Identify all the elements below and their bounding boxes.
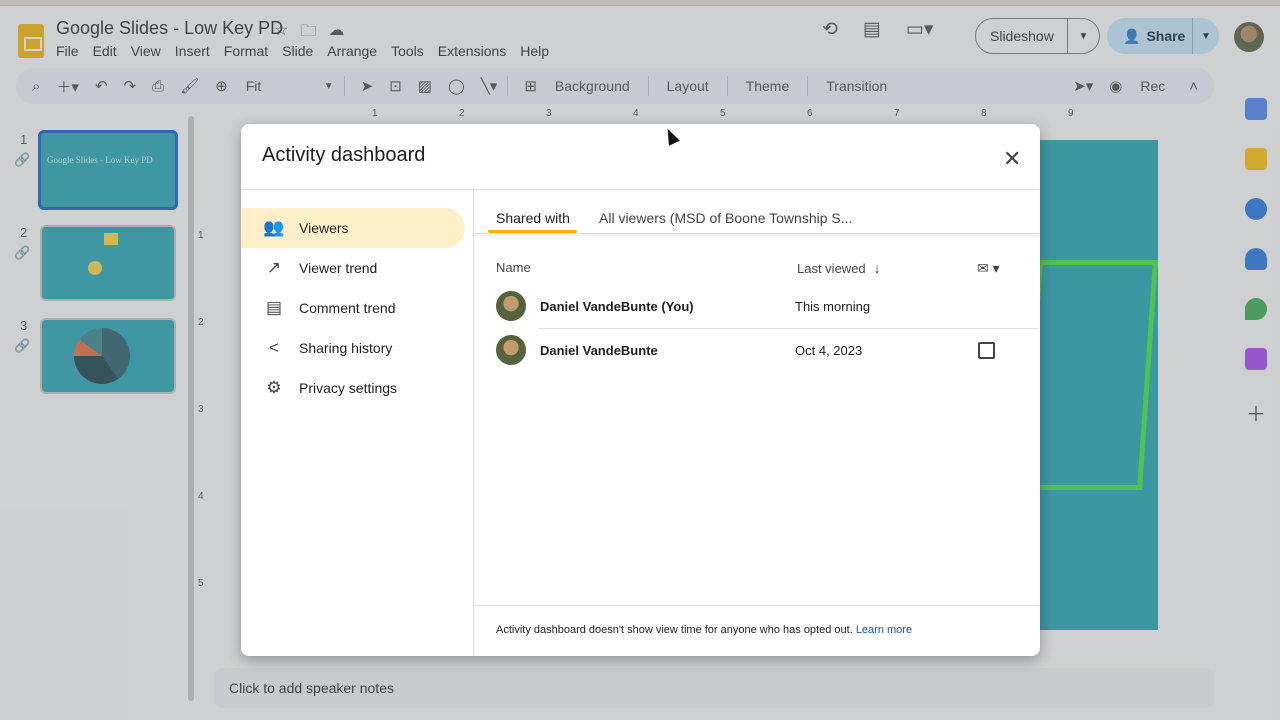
tab-shared-with[interactable]: Shared with — [496, 210, 570, 226]
divider — [473, 190, 474, 656]
viewer-last-viewed: This morning — [795, 299, 871, 314]
sort-arrow-down-icon[interactable]: ↓ — [874, 260, 881, 276]
column-name: Name — [496, 260, 531, 275]
viewer-name: Daniel VandeBunte (You) — [540, 299, 694, 314]
dialog-title: Activity dashboard — [262, 144, 426, 166]
comment-icon: ▤ — [265, 298, 283, 317]
footer-text: Activity dashboard doesn't show view tim… — [496, 624, 853, 636]
dialog-footer: Activity dashboard doesn't show view tim… — [496, 624, 912, 636]
avatar — [496, 291, 526, 321]
column-last-viewed-label: Last viewed — [797, 260, 866, 276]
nav-item-label: Sharing history — [299, 340, 393, 356]
select-checkbox[interactable] — [978, 342, 995, 359]
gear-icon: ⚙ — [266, 378, 282, 397]
close-icon[interactable]: ✕ — [1003, 146, 1021, 172]
column-last-viewed[interactable]: Last viewed ↓ — [797, 260, 881, 276]
tab-all-viewers[interactable]: All viewers (MSD of Boone Township S... — [599, 210, 852, 226]
nav-item-label: Privacy settings — [299, 380, 398, 396]
table-row: Daniel VandeBunte (You) This morning — [496, 285, 1040, 329]
nav-item-label: Viewer trend — [299, 260, 378, 276]
viewer-last-viewed: Oct 4, 2023 — [795, 343, 863, 358]
nav-item-comment-trend[interactable]: ▤ Comment trend — [241, 288, 465, 328]
nav-item-label: Comment trend — [299, 300, 396, 316]
avatar — [496, 335, 526, 365]
viewer-tabs: Shared with All viewers (MSD of Boone To… — [474, 190, 1040, 234]
table-row: Daniel VandeBunte Oct 4, 2023 — [496, 329, 1040, 373]
learn-more-link[interactable]: Learn more — [856, 624, 912, 636]
divider — [474, 605, 1040, 606]
tab-indicator — [488, 230, 577, 233]
email-viewers-icon[interactable]: ✉ ▾ — [977, 260, 1000, 277]
nav-item-viewers[interactable]: 👥 Viewers — [241, 208, 465, 248]
people-icon: 👥 — [263, 218, 285, 237]
nav-item-sharing-history[interactable]: < Sharing history — [241, 328, 465, 368]
nav-item-privacy-settings[interactable]: ⚙ Privacy settings — [241, 368, 465, 408]
nav-item-viewer-trend[interactable]: ↗ Viewer trend — [241, 248, 465, 288]
trend-icon: ↗ — [266, 258, 282, 277]
viewer-name: Daniel VandeBunte — [540, 343, 658, 358]
nav-item-label: Viewers — [299, 220, 349, 236]
activity-dashboard-dialog: Activity dashboard ✕ 👥 Viewers ↗ Viewer … — [241, 124, 1040, 656]
share-icon: < — [269, 338, 279, 357]
dialog-nav: 👥 Viewers ↗ Viewer trend ▤ Comment trend… — [241, 208, 473, 408]
